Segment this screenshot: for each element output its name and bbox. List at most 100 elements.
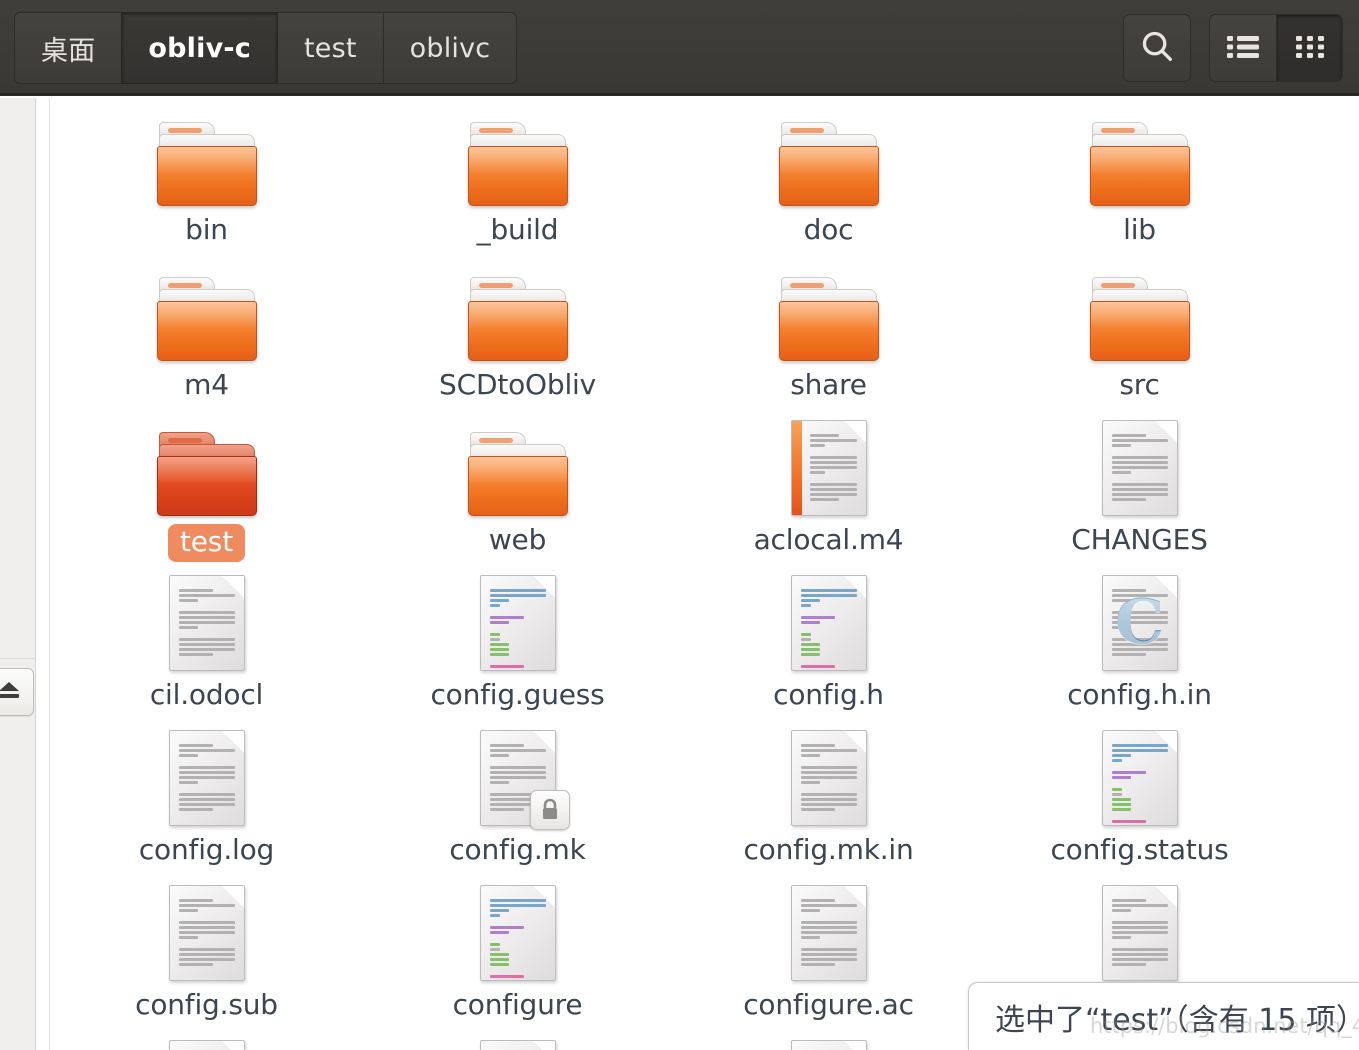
file-item[interactable]: test: [51, 416, 362, 571]
document-icon: [479, 885, 556, 981]
file-name-label: doc: [803, 213, 854, 246]
file-thumbnail: [778, 106, 879, 206]
file-name-label: bin: [185, 213, 228, 246]
page-fold-icon: [843, 576, 866, 598]
file-name-label: config.mk.in: [743, 833, 914, 866]
file-thumbnail: [467, 416, 568, 516]
breadcrumb-desktop[interactable]: 桌面: [14, 12, 122, 84]
search-icon: [1138, 27, 1176, 69]
header-bar: 桌面 obliv-c test oblivc: [0, 0, 1359, 96]
doc-lines: [800, 744, 857, 811]
file-item[interactable]: SCDtoObliv: [362, 261, 673, 416]
page-fold-icon: [221, 1041, 244, 1050]
document-icon: [168, 885, 245, 981]
file-item[interactable]: config.status: [984, 726, 1295, 881]
file-item[interactable]: cil.odocl: [51, 571, 362, 726]
file-item[interactable]: src: [984, 261, 1295, 416]
file-thumbnail: [156, 261, 257, 361]
file-item[interactable]: config.guess: [362, 571, 673, 726]
file-thumbnail: [168, 881, 245, 981]
file-item[interactable]: [51, 1036, 362, 1050]
file-item[interactable]: config.log: [51, 726, 362, 881]
file-row: m4 SCDtoObliv share src: [51, 261, 1359, 416]
breadcrumb-test[interactable]: test: [278, 12, 383, 84]
file-name-label: web: [488, 523, 547, 556]
file-name-label: config.status: [1050, 833, 1229, 866]
file-name-label: CHANGES: [1071, 523, 1208, 556]
file-name-label: src: [1119, 368, 1160, 401]
file-thumbnail: [156, 416, 257, 516]
file-item[interactable]: aclocal.m4: [673, 416, 984, 571]
file-item[interactable]: config.mk: [362, 726, 673, 881]
document-icon: [168, 575, 245, 671]
file-item[interactable]: config.h: [673, 571, 984, 726]
page-fold-icon: [1154, 421, 1177, 443]
page-fold-icon: [221, 731, 244, 753]
breadcrumb: 桌面 obliv-c test oblivc: [14, 12, 518, 84]
doc-lines: [489, 589, 546, 670]
file-name-label: config.h: [773, 678, 884, 711]
sidebar-divider: [0, 658, 35, 659]
file-thumbnail: [1089, 106, 1190, 206]
document-icon: [1101, 885, 1178, 981]
folder-icon: [778, 122, 879, 206]
doc-lines: [809, 434, 857, 501]
file-thumbnail: [168, 726, 245, 826]
doc-lines: [178, 744, 235, 811]
folder-icon: [1089, 277, 1190, 361]
folder-icon: [467, 277, 568, 361]
eject-icon: [0, 679, 22, 705]
file-item[interactable]: m4: [51, 261, 362, 416]
file-item[interactable]: configure.ac: [673, 881, 984, 1036]
lock-icon: [529, 790, 570, 830]
file-item[interactable]: config.mk.in: [673, 726, 984, 881]
file-thumbnail: [790, 726, 867, 826]
file-item[interactable]: config.sub: [51, 881, 362, 1036]
document-icon: [1101, 420, 1178, 516]
file-name-label: _build: [476, 213, 559, 246]
list-view-button[interactable]: [1210, 15, 1276, 81]
file-item[interactable]: configure: [362, 881, 673, 1036]
document-icon: [168, 730, 245, 826]
page-fold-icon: [221, 576, 244, 598]
page-fold-icon: [843, 421, 866, 443]
page-fold-icon: [532, 731, 555, 753]
list-view-icon: [1226, 33, 1260, 65]
folder-icon: [156, 432, 257, 516]
doc-lines: [800, 589, 857, 670]
file-thumbnail: [1101, 726, 1178, 826]
file-thumbnail: [467, 261, 568, 361]
eject-button[interactable]: [0, 668, 34, 716]
grid-view-button[interactable]: [1276, 15, 1342, 81]
document-icon: [790, 730, 867, 826]
file-item[interactable]: Cconfig.h.in: [984, 571, 1295, 726]
sidebar: [0, 98, 36, 1050]
breadcrumb-obliv-c[interactable]: obliv-c: [121, 12, 279, 84]
file-item[interactable]: doc: [673, 106, 984, 261]
file-thumbnail: [1101, 416, 1178, 516]
file-row: cil.odocl config.guess config.h Cconfig.h.i…: [51, 571, 1359, 726]
page-fold-icon: [221, 886, 244, 908]
file-name-label: share: [790, 368, 867, 401]
status-message: 选中了“test”（含有 15 项）: [995, 1002, 1359, 1038]
file-item[interactable]: web: [362, 416, 673, 571]
folder-icon: [467, 432, 568, 516]
file-item[interactable]: lib: [984, 106, 1295, 261]
file-item[interactable]: share: [673, 261, 984, 416]
breadcrumb-oblivc[interactable]: oblivc: [382, 12, 518, 84]
file-name-label: config.sub: [135, 988, 278, 1021]
doc-lines: [489, 899, 546, 980]
document-icon: [168, 1040, 245, 1050]
file-manager-window: 桌面 obliv-c test oblivc bin _build doc li…: [0, 0, 1359, 1050]
file-item[interactable]: CHANGES: [984, 416, 1295, 571]
search-button[interactable]: [1123, 14, 1191, 82]
file-icon-view[interactable]: bin _build doc lib m4 SCDtoObliv share src test w…: [51, 98, 1359, 1050]
file-name-label: configure: [452, 988, 583, 1021]
file-name-label: configure.ac: [743, 988, 914, 1021]
document-icon: [479, 575, 556, 671]
file-item[interactable]: [673, 1036, 984, 1050]
file-item[interactable]: [362, 1036, 673, 1050]
file-name-label: config.h.in: [1067, 678, 1212, 711]
file-item[interactable]: _build: [362, 106, 673, 261]
file-item[interactable]: bin: [51, 106, 362, 261]
